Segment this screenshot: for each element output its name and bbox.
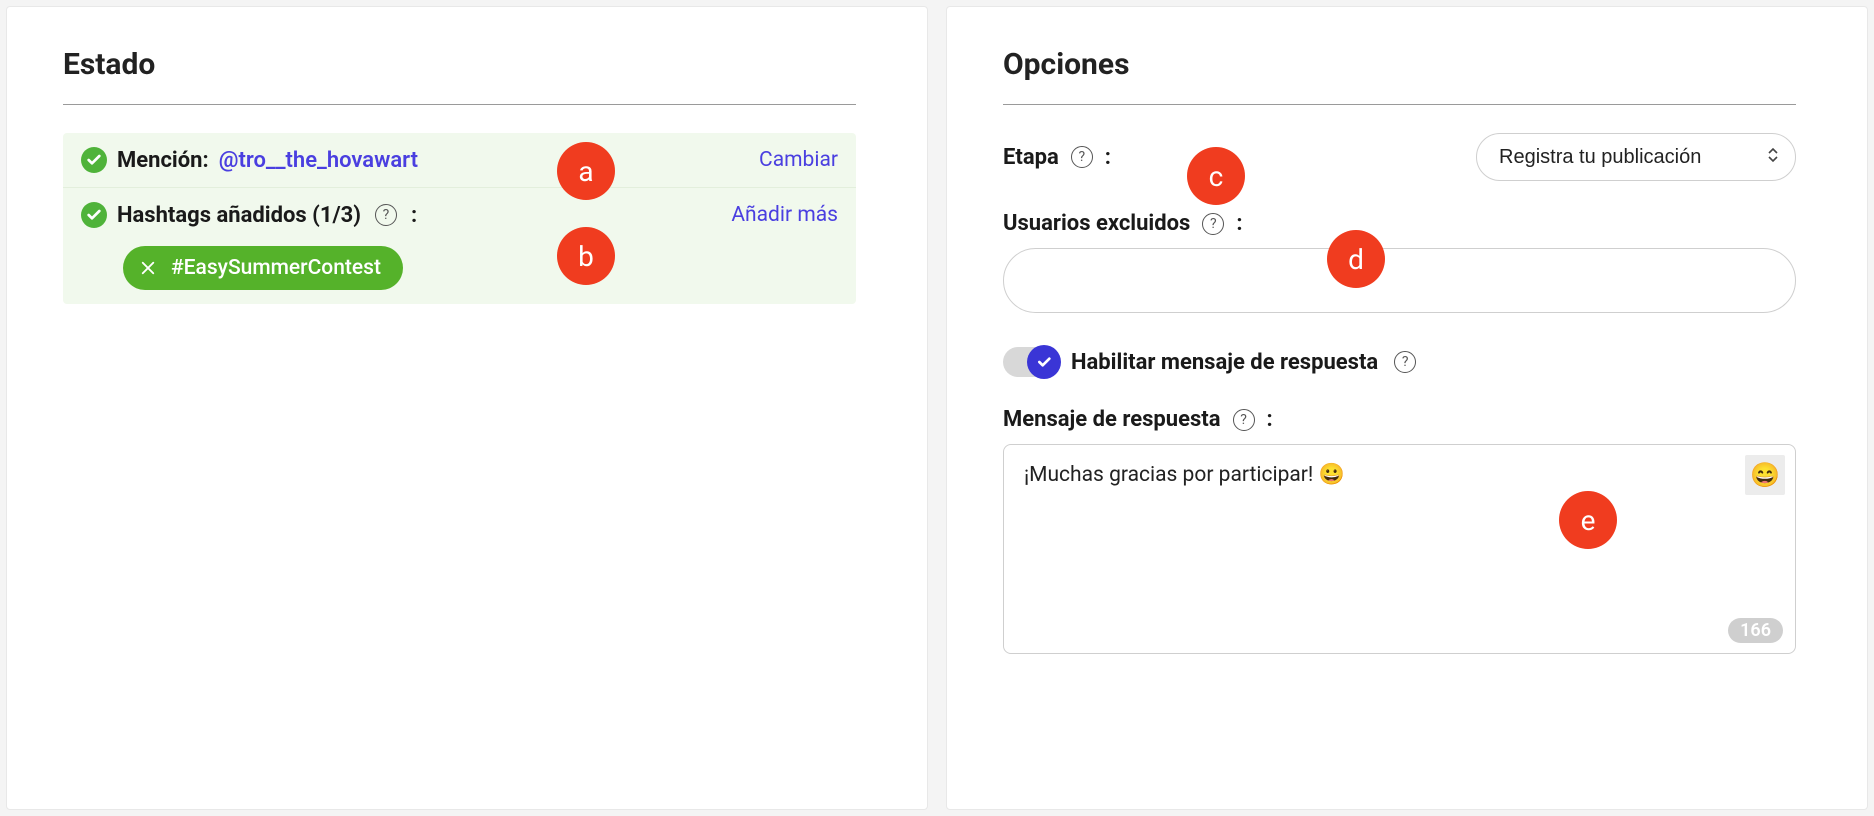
reply-label: Mensaje de respuesta [1003, 407, 1221, 432]
annotation-d: d [1327, 230, 1385, 288]
reply-toggle-row: Habilitar mensaje de respuesta ? [1003, 347, 1796, 377]
annotation-b: b [557, 227, 615, 285]
check-icon [81, 202, 107, 228]
remove-hashtag-icon[interactable] [139, 259, 157, 277]
excluded-label: Usuarios excluidos [1003, 211, 1190, 236]
hashtag-pill: #EasySummerContest [123, 246, 403, 290]
reply-message-box: 😄 166 [1003, 444, 1796, 654]
hashtag-pill-list: #EasySummerContest [81, 238, 838, 290]
annotation-e: e [1559, 491, 1617, 549]
excluded-colon: : [1236, 211, 1242, 236]
hashtag-text: #EasySummerContest [171, 256, 381, 280]
hashtags-row: Hashtags añadidos (1/3) ? : Añadir más #… [63, 187, 856, 304]
excluded-users-input[interactable] [1003, 248, 1796, 313]
change-link[interactable]: Cambiar [759, 148, 838, 172]
status-title: Estado [63, 47, 856, 82]
stage-row: Etapa ? : Registra tu publicación [1003, 133, 1796, 181]
char-count-badge: 166 [1728, 618, 1783, 643]
toggle-knob [1027, 345, 1061, 379]
divider [1003, 104, 1796, 105]
add-more-link[interactable]: Añadir más [731, 203, 838, 227]
reply-colon: : [1267, 407, 1273, 432]
excluded-label-row: Usuarios excluidos ? : [1003, 211, 1796, 236]
stage-select[interactable]: Registra tu publicación [1476, 133, 1796, 181]
mention-value[interactable]: @tro__the_hovawart [219, 148, 418, 173]
help-icon[interactable]: ? [1394, 351, 1416, 373]
status-panel: Estado Mención: @tro__the_hovawart Cambi… [7, 7, 912, 334]
reply-message-textarea[interactable] [1004, 445, 1795, 653]
help-icon[interactable]: ? [1202, 213, 1224, 235]
annotation-c: c [1187, 147, 1245, 205]
laugh-icon: 😄 [1750, 461, 1780, 489]
divider [63, 104, 856, 105]
reply-enable-toggle[interactable] [1003, 347, 1059, 377]
help-icon[interactable]: ? [1071, 146, 1093, 168]
mention-label: Mención: [117, 148, 209, 173]
stage-colon: : [1105, 145, 1111, 170]
mention-row: Mención: @tro__the_hovawart Cambiar [63, 133, 856, 187]
emoji-picker-button[interactable]: 😄 [1745, 455, 1785, 495]
check-icon [81, 147, 107, 173]
options-title: Opciones [1003, 47, 1796, 82]
annotation-a: a [557, 142, 615, 200]
hashtags-colon: : [411, 203, 417, 228]
stage-label: Etapa [1003, 145, 1059, 170]
hashtags-label: Hashtags añadidos (1/3) [117, 203, 361, 228]
help-icon[interactable]: ? [1233, 409, 1255, 431]
help-icon[interactable]: ? [375, 204, 397, 226]
reply-toggle-label: Habilitar mensaje de respuesta [1071, 350, 1378, 375]
stage-select-wrap: Registra tu publicación [1476, 133, 1796, 181]
status-box: Mención: @tro__the_hovawart Cambiar Hash… [63, 133, 856, 304]
reply-label-row: Mensaje de respuesta ? : [1003, 407, 1796, 432]
options-panel: Opciones Etapa ? : Registra tu publicaci… [947, 7, 1852, 684]
